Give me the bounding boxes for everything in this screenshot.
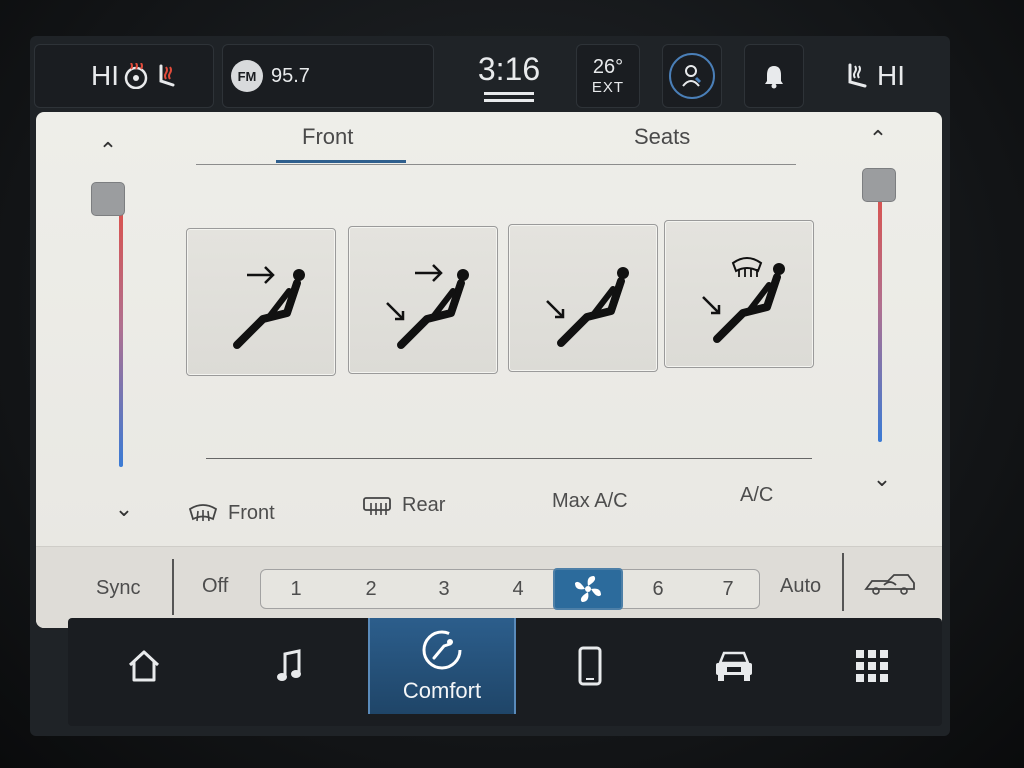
fan-speed-7[interactable]: 7	[713, 578, 743, 601]
clock[interactable]: 3:16	[444, 44, 574, 108]
fan-speed-selector: 1 2 3 4 6 7	[260, 568, 760, 610]
panel-divider	[206, 458, 812, 459]
fan-speed-4[interactable]: 4	[503, 578, 533, 601]
sync-button[interactable]: Sync	[96, 577, 140, 600]
driver-temp-knob[interactable]	[91, 182, 125, 216]
front-defrost-label: Front	[228, 502, 275, 524]
bottom-nav: Comfort	[68, 618, 942, 726]
mode-defrost-feet-button[interactable]	[664, 220, 814, 368]
nav-vehicle[interactable]	[664, 618, 804, 714]
phone-icon	[578, 646, 602, 686]
apps-grid-icon	[856, 650, 888, 682]
driver-temp-up-icon[interactable]: ⌃	[88, 138, 128, 164]
driver-profile-icon	[669, 53, 715, 99]
airflow-defrost-feet-icon	[702, 257, 785, 343]
recirculation-button[interactable]	[864, 571, 916, 602]
recirculation-icon	[864, 574, 915, 595]
separator	[842, 553, 844, 611]
nav-media[interactable]	[220, 618, 360, 714]
heated-seat-icon	[159, 64, 175, 87]
left-seat-level: HI	[91, 60, 119, 91]
comfort-icon	[422, 630, 462, 670]
radio-frequency: 95.7	[271, 64, 310, 87]
driver-profile[interactable]	[662, 44, 722, 108]
auto-button[interactable]: Auto	[780, 575, 821, 598]
fan-speed-1[interactable]: 1	[281, 578, 311, 601]
airflow-feet-icon	[546, 267, 629, 347]
passenger-temp-up-icon[interactable]: ⌃	[858, 126, 898, 152]
exterior-temperature: 26° EXT	[576, 44, 640, 108]
rear-defrost-label: Rear	[402, 494, 446, 516]
passenger-temp-track[interactable]	[878, 196, 882, 442]
separator	[172, 559, 174, 615]
bell-icon	[765, 66, 783, 89]
tab-front[interactable]: Front	[302, 124, 353, 150]
mode-feet-button[interactable]	[508, 224, 658, 372]
fan-speed-3[interactable]: 3	[429, 578, 459, 601]
airflow-face-feet-icon	[386, 264, 469, 349]
right-heated-seat-status[interactable]: HI	[812, 44, 938, 108]
nav-comfort-label: Comfort	[402, 678, 482, 703]
ext-temp-label: EXT	[591, 79, 625, 96]
fan-speed-5-active[interactable]	[553, 568, 623, 610]
drawer-handle-icon[interactable]	[484, 91, 534, 102]
mode-face-button[interactable]	[186, 228, 336, 376]
tab-seats[interactable]: Seats	[634, 124, 690, 150]
airflow-face-icon	[233, 266, 305, 349]
front-defrost-button[interactable]: Front	[188, 502, 275, 525]
truck-front-icon	[716, 651, 752, 681]
fan-speed-6[interactable]: 6	[643, 578, 673, 601]
driver-temp-down-icon[interactable]: ⌄	[104, 496, 144, 522]
nav-phone[interactable]	[520, 618, 660, 714]
fan-icon	[575, 576, 601, 602]
nav-comfort[interactable]: Comfort	[368, 618, 516, 714]
ext-temp-value: 26°	[592, 56, 624, 78]
mode-face-feet-button[interactable]	[348, 226, 498, 374]
active-tab-indicator	[276, 160, 406, 163]
radio-status[interactable]: FM 95.7	[222, 44, 434, 108]
status-bar: HI FM 95.7 3:16 26° EXT HI	[34, 40, 938, 110]
climate-panel: Front Seats ⌃ ⌄ ⌃ ⌄ Front Rear Max A/C A…	[36, 112, 942, 628]
clock-time: 3:16	[477, 50, 541, 87]
passenger-temp-knob[interactable]	[862, 168, 896, 202]
heated-steering-wheel-icon	[124, 63, 148, 89]
rear-defrost-button[interactable]: Rear	[362, 494, 445, 517]
music-note-icon	[277, 649, 301, 681]
heated-seat-icon	[848, 63, 867, 88]
passenger-temp-down-icon[interactable]: ⌄	[862, 466, 902, 492]
notifications-button[interactable]	[744, 44, 804, 108]
max-ac-button[interactable]: Max A/C	[552, 490, 628, 513]
fan-off-button[interactable]: Off	[202, 575, 228, 598]
fm-band-badge: FM	[231, 60, 263, 92]
fan-speed-2[interactable]: 2	[356, 578, 386, 601]
driver-temp-track[interactable]	[119, 212, 123, 467]
left-heated-seat-status[interactable]: HI	[34, 44, 214, 108]
nav-home[interactable]	[74, 618, 214, 714]
ac-button[interactable]: A/C	[740, 484, 773, 507]
right-seat-level: HI	[877, 60, 905, 91]
rear-defrost-icon	[363, 496, 391, 515]
nav-apps[interactable]	[802, 618, 942, 714]
fan-control-bar: Sync Off 1 2 3 4 6 7 Auto	[36, 546, 942, 628]
tab-divider	[196, 164, 796, 165]
home-icon	[128, 650, 160, 682]
front-defrost-icon	[188, 503, 218, 521]
